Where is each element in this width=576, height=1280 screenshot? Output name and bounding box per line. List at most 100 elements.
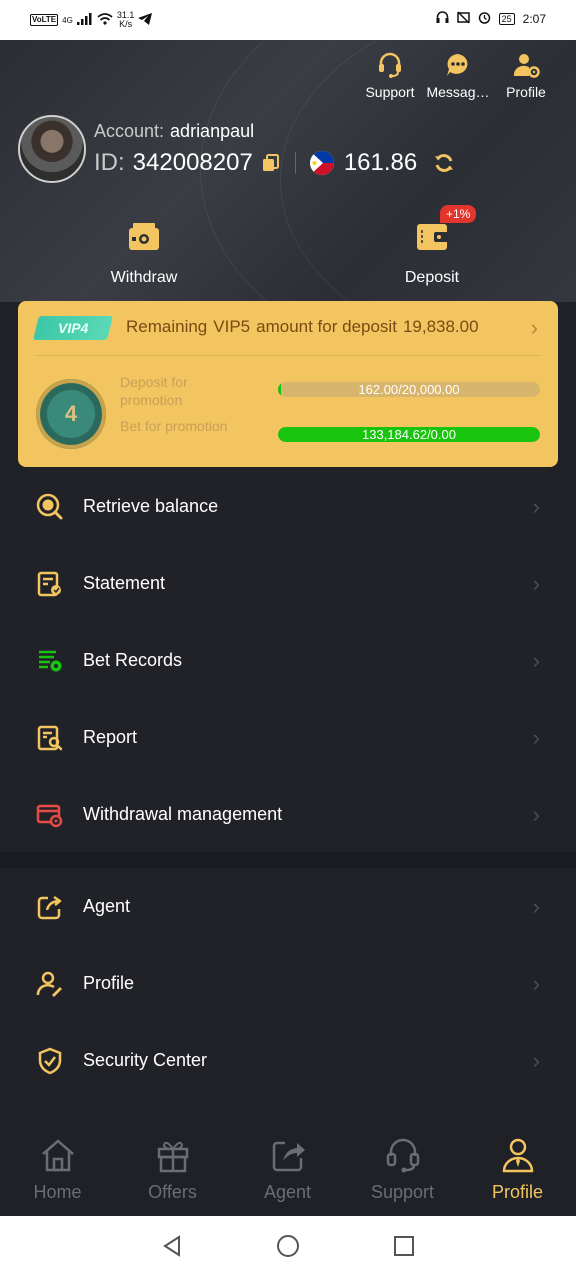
id-label: ID: [94,149,125,176]
vip-remain-part: amount for deposit [256,317,397,336]
menu-statement[interactable]: Statement › [0,545,576,622]
bottom-nav-agent[interactable]: Agent [230,1124,345,1216]
status-right: 25 2:07 [436,11,546,27]
report-search-icon [35,723,65,753]
vip-level-badge: VIP4 [33,316,113,340]
user-icon [460,1136,575,1174]
headset-icon [356,50,424,80]
bottom-nav-profile[interactable]: Profile [460,1124,575,1216]
bet-promotion-label: Bet for promotion [120,418,228,434]
bottom-nav-support[interactable]: Support [345,1124,460,1216]
refresh-icon[interactable] [433,152,455,174]
chevron-right-icon: › [532,970,540,996]
home-icon [0,1136,115,1174]
chevron-right-icon: › [532,647,540,673]
top-nav-label: Profile [506,84,546,100]
back-icon[interactable] [160,1234,184,1263]
account-label: Account: [94,121,165,141]
share-icon [35,892,65,922]
id-line: ID: 342008207 161.86 [94,149,455,177]
withdraw-button[interactable]: Withdraw [84,217,204,287]
withdraw-icon [84,217,204,257]
deposit-progress-bar: 162.00/20,000.00 [278,382,540,397]
bottom-nav-label: Offers [148,1182,197,1202]
withdraw-label: Withdraw [110,269,178,286]
top-nav-label: Messag… [426,84,490,100]
copy-icon[interactable] [261,153,281,173]
status-left: VoLTE 4G 31.1 K/s [30,11,153,29]
top-nav-messages[interactable]: Messag… [424,50,492,100]
alarm-icon [478,11,491,27]
clock: 2:07 [522,12,546,26]
chevron-right-icon: › [532,893,540,919]
volte-indicator: VoLTE [30,14,59,26]
signal-icon [76,12,93,28]
bet-progress-bar: 133,184.62/0.00 [278,427,540,442]
account-header: Support Messag… Profile Account: adrianpa… [0,40,576,302]
menu-secondary: Agent › Profile › Security Center › [0,868,576,1099]
menu-label: Statement [83,573,166,593]
vip-card[interactable]: VIP4 Remaining VIP5 amount for deposit 19,8… [18,301,558,467]
withdrawal-settings-icon [35,800,65,830]
vip-next-level: VIP5 [213,317,251,336]
menu-security-center[interactable]: Security Center › [0,1022,576,1099]
gift-icon [115,1136,230,1174]
statement-icon [35,569,65,599]
bottom-nav: Home Offers Agent Support Profile [0,1124,576,1216]
bottom-nav-home[interactable]: Home [0,1124,115,1216]
user-edit-icon [35,969,65,999]
bottom-nav-offers[interactable]: Offers [115,1124,230,1216]
chevron-right-icon: › [532,493,540,519]
top-nav-profile[interactable]: Profile [492,50,560,100]
status-bar: VoLTE 4G 31.1 K/s 25 2:07 [0,0,576,40]
menu-label: Bet Records [83,650,183,670]
wifi-icon [97,12,113,28]
menu-label: Security Center [83,1050,208,1070]
vip-medal-level: 4 [64,401,78,426]
divider [294,152,296,174]
vip-remain-part: Remaining [126,317,208,336]
deposit-progress-text: 162.00/20,000.00 [358,382,460,397]
menu-label: Report [83,727,138,747]
battery-indicator: 25 [498,13,515,25]
chevron-right-icon: › [530,315,538,340]
menu-label: Profile [83,973,135,993]
deposit-label: Deposit [404,269,460,286]
share-icon [230,1136,345,1174]
bottom-nav-label: Agent [263,1182,312,1202]
top-nav-support[interactable]: Support [356,50,424,100]
chevron-right-icon: › [532,1047,540,1073]
recents-icon[interactable] [392,1234,416,1263]
wallet-icon: +1% [372,205,492,257]
bet-progress-text: 133,184.62/0.00 [362,427,456,442]
mute-icon [456,11,470,27]
home-circle-icon[interactable] [276,1234,300,1263]
menu-agent[interactable]: Agent › [0,868,576,945]
headset-icon [345,1136,460,1174]
net-speed-unit: K/s [119,19,133,29]
menu-retrieve-balance[interactable]: Retrieve balance › [0,468,576,545]
account-username: adrianpaul [170,121,255,141]
deposit-button[interactable]: +1% Deposit [372,205,492,287]
menu-bet-records[interactable]: Bet Records › [0,622,576,699]
id-value: 342008207 [132,149,253,176]
headphones-icon [436,11,449,27]
user-gear-icon [492,50,560,80]
top-nav: Support Messag… Profile [356,50,560,100]
section-divider [0,852,576,868]
avatar[interactable] [18,115,86,183]
menu-profile[interactable]: Profile › [0,945,576,1022]
menu-withdrawal-management[interactable]: Withdrawal management › [0,776,576,853]
signal-label: 4G [62,15,73,25]
bet-records-icon [35,646,65,676]
shield-check-icon [35,1046,65,1076]
deposit-bonus-badge: +1% [440,205,477,223]
top-nav-label: Support [365,84,415,100]
vip-medal-icon: 4 [36,379,106,449]
deposit-promotion-label: Deposit for promotion [120,374,188,408]
menu-report[interactable]: Report › [0,699,576,776]
balance-value: 161.86 [343,149,418,176]
menu-label: Withdrawal management [83,804,283,824]
chevron-right-icon: › [532,724,540,750]
chevron-right-icon: › [532,801,540,827]
